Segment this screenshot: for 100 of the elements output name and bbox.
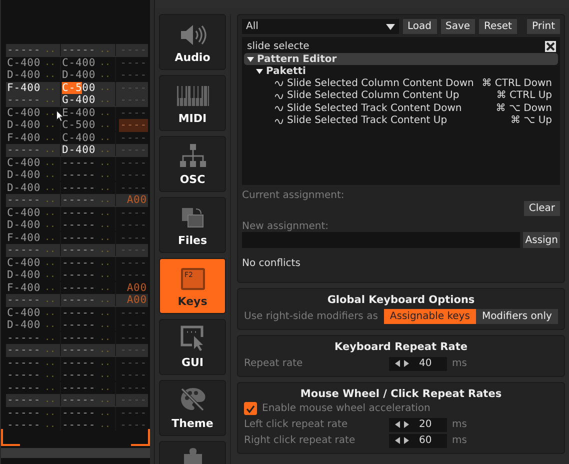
instrument-cell[interactable]: 00 — [27, 256, 41, 269]
volume-cell[interactable]: .. — [44, 182, 56, 193]
instrument-cell[interactable]: 00 — [27, 306, 41, 319]
instrument-cell[interactable]: -- — [82, 182, 96, 194]
instrument-cell[interactable]: -- — [82, 406, 96, 419]
instrument-cell[interactable]: -- — [27, 332, 41, 344]
volume-cell[interactable]: .. — [44, 295, 56, 306]
volume-cell[interactable]: .. — [100, 82, 110, 93]
volume-cell[interactable]: .. — [100, 70, 110, 80]
instrument-cell[interactable]: 00 — [27, 132, 41, 144]
instrument-cell[interactable]: -- — [27, 382, 41, 394]
instrument-cell[interactable]: 00 — [82, 144, 96, 156]
note-cell[interactable]: D-4 — [7, 119, 28, 132]
effect-cell[interactable]: ---- — [119, 119, 148, 132]
volume-cell[interactable]: .. — [100, 332, 110, 343]
volume-cell[interactable]: .. — [44, 120, 56, 130]
instrument-cell[interactable]: 00 — [27, 232, 41, 244]
effect-cell[interactable]: A00 — [126, 194, 148, 206]
instrument-cell[interactable]: -- — [27, 294, 41, 306]
volume-cell[interactable]: .. — [44, 345, 56, 356]
volume-cell[interactable]: .. — [44, 95, 56, 106]
effect-cell[interactable]: ---- — [119, 219, 148, 232]
instrument-cell[interactable]: 00 — [27, 169, 41, 182]
note-cell[interactable]: --- — [62, 332, 82, 344]
volume-cell[interactable]: .. — [44, 108, 56, 118]
volume-cell[interactable]: .. — [100, 358, 110, 368]
volume-cell[interactable]: .. — [100, 132, 110, 143]
volume-cell[interactable]: .. — [100, 345, 110, 356]
note-cell[interactable]: --- — [62, 256, 82, 269]
note-cell[interactable]: --- — [7, 294, 28, 306]
volume-cell[interactable]: .. — [44, 82, 56, 93]
instrument-cell[interactable]: 00 — [82, 132, 96, 144]
volume-cell[interactable]: .. — [100, 295, 110, 306]
assign-button[interactable]: Assign — [523, 232, 560, 248]
number-spinner[interactable]: 20 — [389, 418, 447, 432]
note-cell[interactable]: --- — [62, 369, 82, 382]
volume-cell[interactable]: .. — [100, 158, 110, 168]
instrument-cell[interactable]: -- — [27, 244, 41, 256]
effect-cell[interactable]: ---- — [119, 106, 148, 119]
volume-cell[interactable]: .. — [100, 395, 110, 406]
effect-cell[interactable]: ---- — [119, 182, 148, 194]
command-item[interactable]: Slide Selected Column Content Up — [287, 90, 492, 102]
instrument-cell[interactable]: 00 — [82, 94, 96, 106]
note-cell[interactable]: D-4 — [7, 219, 28, 232]
effect-cell[interactable]: A00 — [126, 282, 148, 294]
note-cell[interactable]: --- — [62, 419, 82, 432]
note-cell[interactable]: D-4 — [62, 144, 82, 156]
note-cell[interactable]: --- — [62, 382, 82, 394]
instrument-cell[interactable]: -- — [82, 294, 96, 306]
instrument-cell[interactable]: 00 — [27, 282, 41, 294]
instrument-cell[interactable]: 00 — [27, 182, 41, 194]
search-field[interactable]: slide selecte — [244, 40, 545, 52]
note-cell[interactable]: D-4 — [7, 69, 28, 82]
instrument-cell[interactable]: -- — [82, 306, 96, 319]
instrument-cell[interactable]: -- — [82, 256, 96, 269]
instrument-cell[interactable]: -- — [27, 406, 41, 419]
sidebar-tab[interactable]: MIDI — [159, 75, 226, 131]
instrument-cell[interactable]: -- — [27, 344, 41, 356]
volume-cell[interactable]: .. — [100, 195, 110, 206]
note-cell[interactable]: --- — [62, 356, 82, 369]
note-cell[interactable]: C-4 — [7, 56, 28, 69]
volume-cell[interactable]: .. — [44, 420, 56, 430]
sidebar-tab[interactable]: Audio — [159, 14, 226, 70]
effect-cell[interactable]: ---- — [119, 332, 148, 344]
volume-cell[interactable]: .. — [100, 408, 110, 418]
instrument-cell[interactable]: 00 — [27, 206, 41, 219]
note-cell[interactable]: D-4 — [7, 169, 28, 182]
effect-cell[interactable]: ---- — [119, 382, 148, 394]
volume-cell[interactable]: .. — [44, 170, 56, 180]
instrument-cell[interactable]: 00 — [27, 56, 41, 69]
instrument-cell[interactable]: 00 — [27, 69, 41, 82]
note-cell[interactable]: D-4 — [7, 269, 28, 282]
note-cell[interactable]: --- — [7, 394, 28, 406]
volume-cell[interactable]: .. — [44, 220, 56, 230]
effect-cell[interactable]: ---- — [119, 406, 148, 419]
volume-cell[interactable]: .. — [44, 45, 56, 56]
tree-group[interactable]: Pattern Editor — [244, 53, 558, 65]
instrument-cell[interactable]: -- — [82, 244, 96, 256]
volume-cell[interactable]: .. — [44, 395, 56, 406]
effect-cell[interactable]: ---- — [119, 369, 148, 382]
note-cell[interactable]: --- — [62, 194, 82, 206]
instrument-cell[interactable]: -- — [82, 44, 96, 56]
volume-cell[interactable]: .. — [100, 282, 110, 293]
effect-cell[interactable]: ---- — [119, 156, 148, 169]
instrument-cell[interactable]: 00 — [82, 119, 96, 132]
note-cell[interactable]: C-4 — [62, 132, 82, 144]
note-cell[interactable]: D-4 — [62, 69, 82, 82]
toolbar-button[interactable]: Load — [402, 19, 436, 34]
instrument-cell[interactable]: 00 — [82, 106, 96, 119]
note-cell[interactable]: C-4 — [7, 156, 28, 169]
note-cell[interactable]: --- — [62, 44, 82, 56]
note-cell[interactable]: C-5 — [62, 82, 82, 94]
instrument-cell[interactable]: 00 — [27, 269, 41, 282]
volume-cell[interactable]: .. — [44, 245, 56, 256]
tree-group[interactable]: Paketti — [244, 65, 558, 77]
note-cell[interactable]: --- — [7, 244, 28, 256]
note-cell[interactable]: --- — [7, 144, 28, 156]
volume-cell[interactable]: .. — [100, 182, 110, 193]
volume-cell[interactable]: .. — [44, 132, 56, 143]
note-cell[interactable]: --- — [62, 206, 82, 219]
